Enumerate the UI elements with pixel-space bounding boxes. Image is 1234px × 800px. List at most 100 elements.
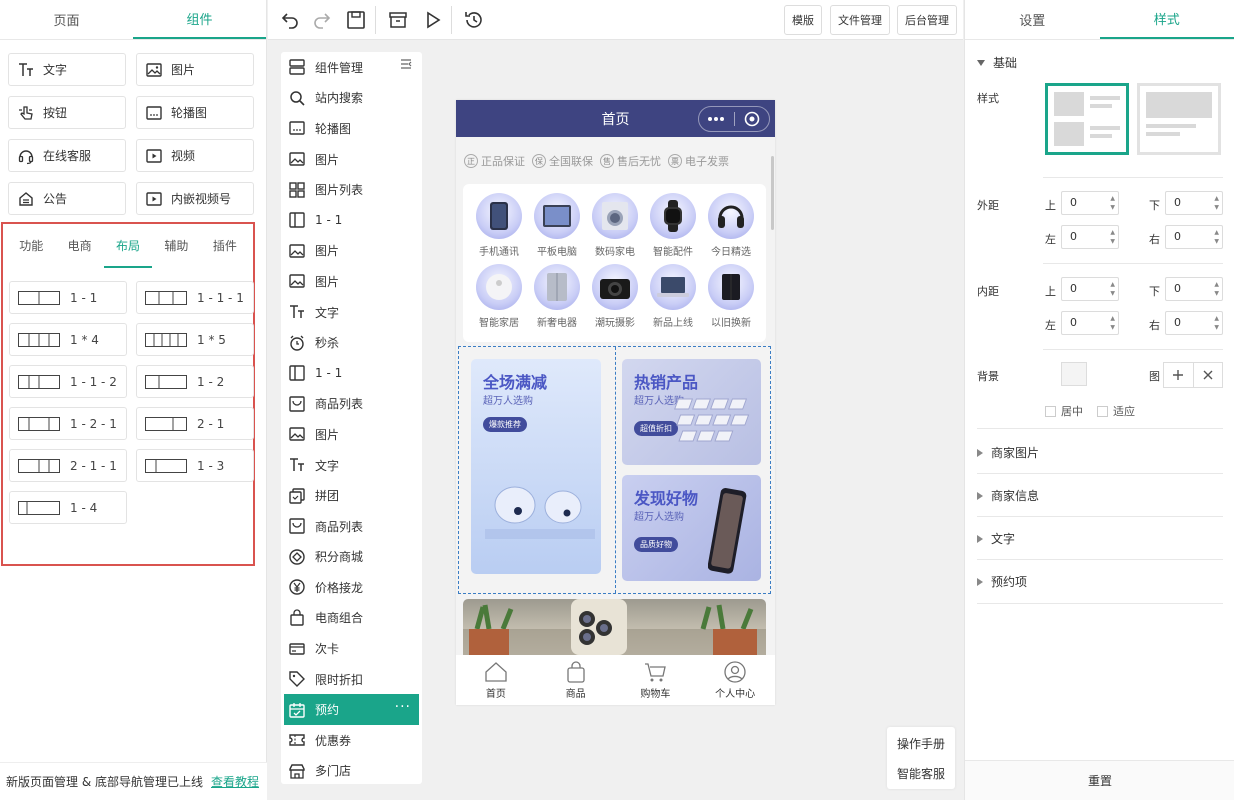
category-item[interactable]: 手机通讯 (471, 193, 527, 258)
phone-tab-cart[interactable]: 购物车 (616, 655, 696, 705)
margin-top-input[interactable]: 0 ▲ ▼ (1061, 191, 1119, 215)
component-online-service-button[interactable]: 在线客服 (8, 139, 126, 172)
phone-tab-home[interactable]: 首页 (456, 655, 536, 705)
component-item-search[interactable]: 站内搜索 (281, 83, 422, 114)
component-item-limited-discount[interactable]: 限时折扣 (281, 664, 422, 695)
style-option-image-text[interactable] (1045, 83, 1129, 155)
component-item-carousel[interactable]: 轮播图 (281, 113, 422, 144)
component-item-times-card[interactable]: 次卡 (281, 633, 422, 664)
padding-bottom-input[interactable]: 0 ▲ ▼ (1165, 277, 1223, 301)
padding-top-input[interactable]: 0 ▲ ▼ (1061, 277, 1119, 301)
component-item-image-list[interactable]: 图片列表 (281, 174, 422, 205)
save-icon[interactable] (344, 8, 368, 32)
remove-image-icon[interactable] (1194, 363, 1223, 387)
component-item-layout-1-1[interactable]: 1 - 1 (281, 358, 422, 389)
phone-scrollbar[interactable] (771, 156, 774, 230)
category-item[interactable]: 智能家居 (471, 264, 527, 329)
component-item-manage[interactable]: 组件管理 (281, 52, 422, 83)
close-target-icon[interactable] (735, 111, 770, 127)
category-item[interactable]: 新奢电器 (529, 264, 585, 329)
margin-bottom-input[interactable]: 0 ▲ ▼ (1165, 191, 1223, 215)
component-text-button[interactable]: 文字 (8, 53, 126, 86)
component-item-price-relay[interactable]: 价格接龙 (281, 572, 422, 603)
component-item-text[interactable]: 文字 (281, 450, 422, 481)
layout-1-2-1-button[interactable]: 1 - 2 - 1 (9, 407, 127, 440)
template-button[interactable]: 模版 (784, 5, 822, 35)
merchant-images-section[interactable]: 商家图片 (977, 444, 1039, 461)
component-video-button[interactable]: 视频 (136, 139, 254, 172)
padding-right-input[interactable]: 0 ▲ ▼ (1165, 311, 1223, 335)
reservation-items-section[interactable]: 预约项 (977, 573, 1027, 590)
phone-tab-products[interactable]: 商品 (536, 655, 616, 705)
category-item[interactable]: 数码家电 (587, 193, 643, 258)
padding-left-input[interactable]: 0 ▲ ▼ (1061, 311, 1119, 335)
file-management-button[interactable]: 文件管理 (830, 5, 890, 35)
center-checkbox[interactable]: 居中 (1045, 403, 1083, 419)
merchant-info-section[interactable]: 商家信息 (977, 487, 1039, 504)
history-icon[interactable] (462, 8, 486, 32)
component-item-flash-sale[interactable]: 秒杀 (281, 327, 422, 358)
category-item[interactable]: 今日精选 (703, 193, 759, 258)
basic-section-header[interactable]: 基础 (977, 54, 1017, 71)
component-notice-button[interactable]: 公告 (8, 182, 126, 215)
undo-icon[interactable] (278, 8, 302, 32)
layout-1-1-button[interactable]: 1 - 1 (9, 281, 127, 314)
component-item-image[interactable]: 图片 (281, 236, 422, 267)
component-image-button[interactable]: 图片 (136, 53, 254, 86)
menu-dots-icon[interactable] (699, 116, 734, 122)
component-item-image[interactable]: 图片 (281, 419, 422, 450)
component-embedded-video-button[interactable]: 内嵌视频号 (136, 182, 254, 215)
layout-1-1-2-button[interactable]: 1 - 1 - 2 (9, 365, 127, 398)
component-carousel-button[interactable]: 轮播图 (136, 96, 254, 129)
admin-management-button[interactable]: 后台管理 (897, 5, 957, 35)
tab-style[interactable]: 样式 (1099, 0, 1234, 39)
category-item[interactable]: 平板电脑 (529, 193, 585, 258)
component-item-ecommerce-combo[interactable]: 电商组合 (281, 603, 422, 634)
smart-service-button[interactable]: 智能客服 (887, 760, 955, 787)
tab-function[interactable]: 功能 (7, 224, 55, 268)
layout-1-3-button[interactable]: 1 - 3 (136, 449, 254, 482)
component-item-multi-store[interactable]: 多门店 (281, 756, 422, 784)
stepper-arrows-icon[interactable]: ▲ ▼ (1214, 194, 1219, 212)
component-item-coupon[interactable]: 优惠券 (281, 725, 422, 756)
component-item-points-mall[interactable]: 积分商城 (281, 542, 422, 573)
component-item-group-buy[interactable]: 拼团 (281, 480, 422, 511)
style-option-banner[interactable] (1137, 83, 1221, 155)
redo-icon[interactable] (310, 8, 334, 32)
archive-icon[interactable] (386, 8, 410, 32)
category-item[interactable]: 潮玩摄影 (587, 264, 643, 329)
component-item-image[interactable]: 图片 (281, 266, 422, 297)
view-tutorial-link[interactable]: 查看教程 (211, 773, 259, 790)
tab-ecommerce[interactable]: 电商 (55, 224, 103, 268)
layout-1-4-button[interactable]: 1 - 4 (9, 491, 127, 524)
component-item-product-list[interactable]: 商品列表 (281, 389, 422, 420)
reset-button[interactable]: 重置 (965, 760, 1234, 800)
preview-play-icon[interactable] (420, 8, 444, 32)
operation-manual-button[interactable]: 操作手册 (887, 730, 955, 757)
fit-checkbox[interactable]: 适应 (1097, 403, 1135, 419)
component-item-product-list[interactable]: 商品列表 (281, 511, 422, 542)
stepper-arrows-icon[interactable]: ▲ ▼ (1110, 280, 1115, 298)
stepper-arrows-icon[interactable]: ▲ ▼ (1110, 194, 1115, 212)
text-section[interactable]: 文字 (977, 530, 1015, 547)
add-image-icon[interactable] (1164, 363, 1194, 387)
tab-page[interactable]: 页面 (0, 0, 133, 39)
component-item-text[interactable]: 文字 (281, 297, 422, 328)
product-banner-image[interactable] (463, 599, 766, 655)
component-item-image[interactable]: 图片 (281, 144, 422, 175)
layout-2-1-button[interactable]: 2 - 1 (136, 407, 254, 440)
stepper-arrows-icon[interactable]: ▲ ▼ (1214, 314, 1219, 332)
phone-tab-profile[interactable]: 个人中心 (695, 655, 775, 705)
layout-1-2-button[interactable]: 1 - 2 (136, 365, 254, 398)
more-options-icon[interactable]: ··· (395, 699, 411, 715)
tab-plugins[interactable]: 插件 (201, 224, 249, 268)
layout-1x4-button[interactable]: 1 * 4 (9, 323, 127, 356)
background-color-swatch[interactable] (1061, 362, 1087, 386)
category-item[interactable]: 智能配件 (645, 193, 701, 258)
stepper-arrows-icon[interactable]: ▲ ▼ (1214, 280, 1219, 298)
promo-layout-block[interactable]: 全场满减 超万人选购 爆款推荐 热销产品 超万人选购 超值折扣 发现好物 超万人… (458, 346, 771, 594)
tab-settings[interactable]: 设置 (965, 0, 1100, 39)
stepper-arrows-icon[interactable]: ▲ ▼ (1110, 228, 1115, 246)
margin-left-input[interactable]: 0 ▲ ▼ (1061, 225, 1119, 249)
category-item[interactable]: 新品上线 (645, 264, 701, 329)
